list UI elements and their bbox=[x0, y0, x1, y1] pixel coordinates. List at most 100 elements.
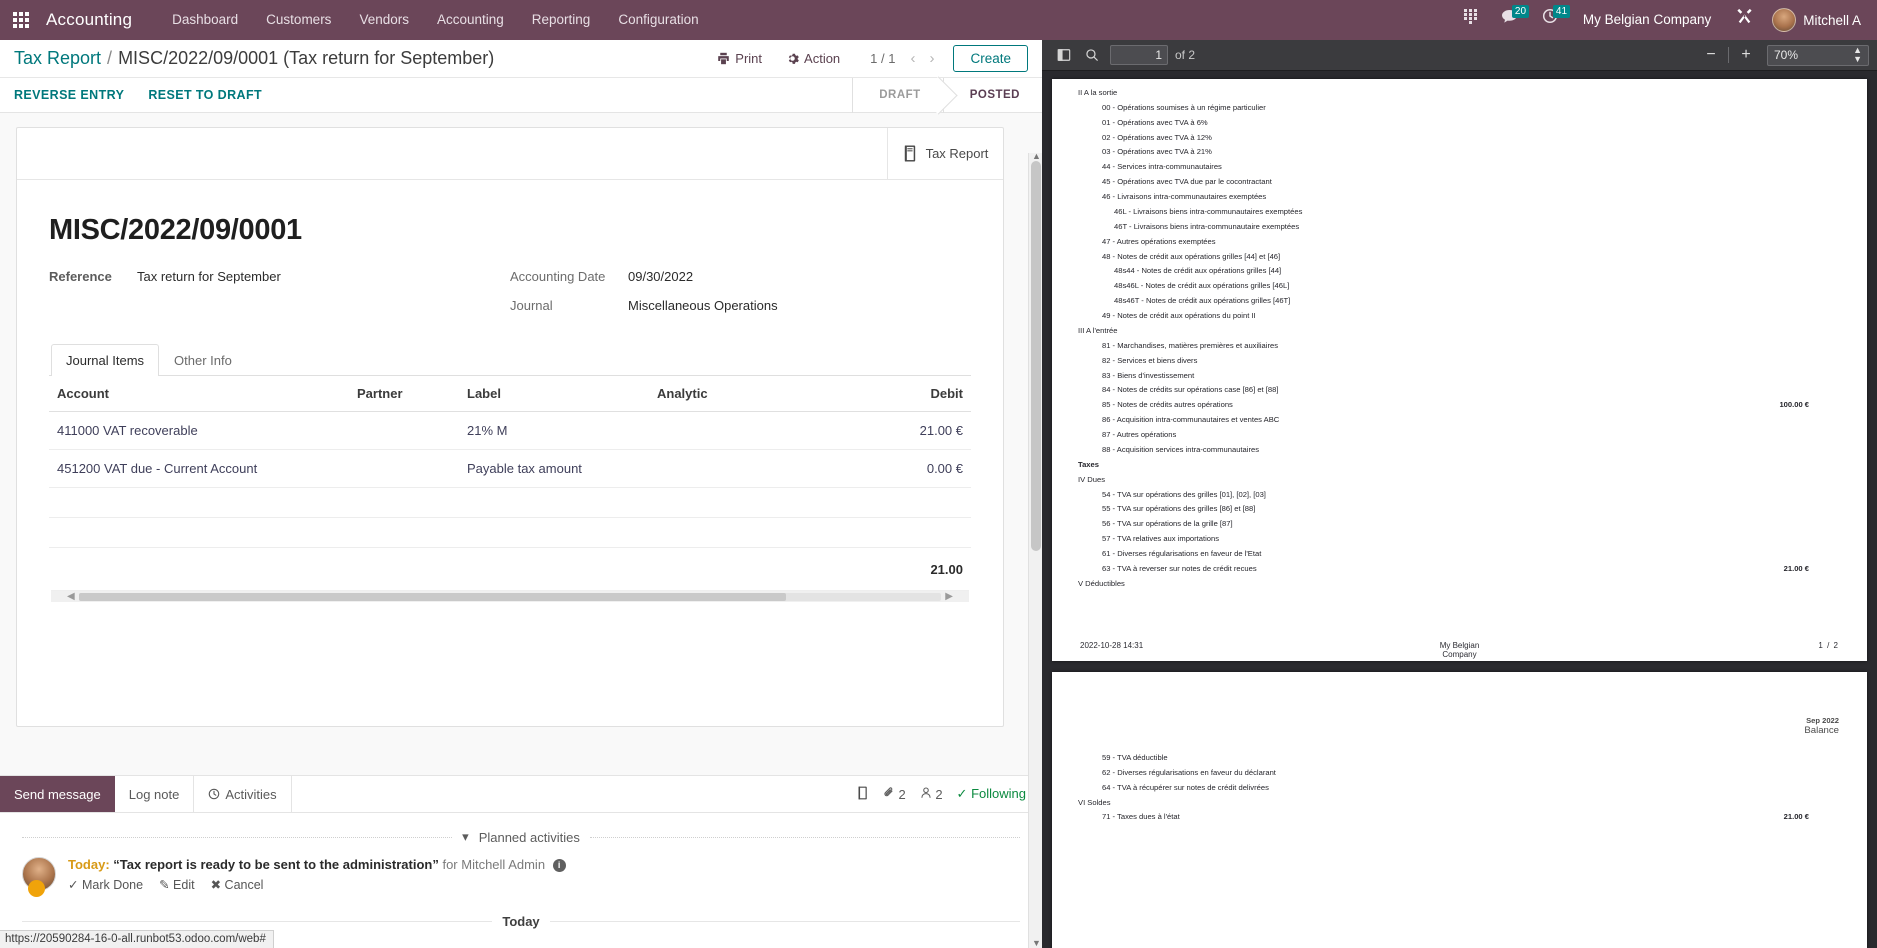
col-header-partner[interactable]: Partner bbox=[349, 376, 459, 412]
scrollbar-thumb[interactable] bbox=[79, 593, 786, 601]
journal-items-table: Account Partner Label Analytic Debit bbox=[49, 376, 971, 588]
chevron-left-icon[interactable]: ‹ bbox=[905, 50, 920, 67]
pdf-page-total: of 2 bbox=[1175, 48, 1195, 62]
pdf-line: 61 - Diverses régularisations en faveur … bbox=[1052, 546, 1867, 561]
mark-done-button[interactable]: ✓ Mark Done bbox=[68, 877, 143, 892]
col-header-debit[interactable]: Debit bbox=[839, 376, 971, 412]
table-row[interactable]: 451200 VAT due - Current Account Payable… bbox=[49, 450, 971, 488]
tab-other-info[interactable]: Other Info bbox=[159, 344, 247, 376]
tax-report-stat-button[interactable]: Tax Report bbox=[887, 128, 1003, 179]
schedule-activity-button[interactable]: Activities bbox=[193, 776, 291, 812]
zoom-in-button[interactable]: + bbox=[1733, 43, 1759, 67]
today-line-right bbox=[550, 921, 1020, 922]
cell-partner[interactable] bbox=[349, 412, 459, 450]
app-brand-name[interactable]: Accounting bbox=[42, 10, 158, 30]
pdf-page-input[interactable] bbox=[1110, 45, 1168, 65]
note-icon[interactable] bbox=[857, 786, 869, 803]
scroll-up-arrow-icon[interactable]: ▲ bbox=[1032, 151, 1041, 161]
app-root: Accounting Dashboard Customers Vendors A… bbox=[0, 0, 1877, 948]
pdf-line: 48s44 - Notes de crédit aux opérations g… bbox=[1052, 264, 1867, 279]
tax-report-stat-label: Tax Report bbox=[926, 146, 989, 161]
field-column-right: Accounting Date 09/30/2022 Journal Misce… bbox=[510, 269, 971, 327]
follow-toggle[interactable]: ✓ Following bbox=[957, 786, 1026, 802]
field-reference-value[interactable]: Tax return for September bbox=[137, 269, 281, 284]
pdf-scroll-area[interactable]: II A la sortie 00 - Opérations soumises … bbox=[1042, 71, 1877, 948]
pdf-line-text: 84 - Notes de crédits sur opérations cas… bbox=[1102, 385, 1278, 394]
info-icon[interactable]: i bbox=[553, 859, 566, 872]
user-menu[interactable]: Mitchell A bbox=[1766, 8, 1867, 32]
dialpad-icon[interactable] bbox=[1453, 0, 1488, 40]
company-switcher[interactable]: My Belgian Company bbox=[1571, 0, 1723, 40]
cell-analytic[interactable] bbox=[649, 412, 839, 450]
pdf-line: 55 - TVA sur opérations des grilles [86]… bbox=[1052, 502, 1867, 517]
reset-to-draft-button[interactable]: RESET TO DRAFT bbox=[148, 88, 276, 102]
menu-item-accounting[interactable]: Accounting bbox=[423, 0, 518, 40]
scroll-down-arrow-icon[interactable]: ▼ bbox=[1032, 938, 1041, 948]
scrollbar-track[interactable] bbox=[79, 593, 942, 601]
cell-debit[interactable]: 0.00 € bbox=[839, 450, 971, 488]
pdf-line-text: 46L - Livraisons biens intra-communautai… bbox=[1114, 207, 1302, 216]
col-header-label[interactable]: Label bbox=[459, 376, 649, 412]
cancel-activity-button[interactable]: ✖ Cancel bbox=[211, 877, 264, 892]
log-note-button[interactable]: Log note bbox=[115, 776, 194, 812]
followers-counter[interactable]: 2 bbox=[920, 786, 943, 802]
planned-activities-label[interactable]: Planned activities bbox=[479, 830, 580, 845]
chevron-right-icon[interactable]: › bbox=[924, 50, 939, 67]
state-draft[interactable]: DRAFT bbox=[852, 78, 942, 113]
field-accounting-date-value[interactable]: 09/30/2022 bbox=[628, 269, 693, 284]
reverse-entry-button[interactable]: REVERSE ENTRY bbox=[14, 88, 138, 102]
pdf-line-text: 85 - Notes de crédits autres opérations bbox=[1102, 400, 1233, 409]
col-header-account[interactable]: Account bbox=[49, 376, 349, 412]
send-message-button[interactable]: Send message bbox=[0, 776, 115, 812]
edit-label: Edit bbox=[173, 878, 195, 892]
cell-label[interactable]: 21% M bbox=[459, 412, 649, 450]
col-header-analytic[interactable]: Analytic bbox=[649, 376, 839, 412]
create-button[interactable]: Create bbox=[953, 45, 1028, 72]
pdf-page-1: II A la sortie 00 - Opérations soumises … bbox=[1052, 79, 1867, 661]
cell-account[interactable]: 411000 VAT recoverable bbox=[49, 412, 349, 450]
attachments-counter[interactable]: 2 bbox=[883, 786, 906, 802]
sidebar-toggle-icon[interactable] bbox=[1050, 43, 1078, 67]
cell-account[interactable]: 451200 VAT due - Current Account bbox=[49, 450, 349, 488]
pdf-line-text: 03 - Opérations avec TVA à 21% bbox=[1102, 147, 1212, 156]
page-scrollbar-thumb[interactable] bbox=[1031, 161, 1041, 551]
today-line-left bbox=[22, 921, 492, 922]
activities-clock-icon[interactable]: 41 bbox=[1531, 0, 1569, 40]
menu-item-customers[interactable]: Customers bbox=[252, 0, 345, 40]
pdf-line: 64 - TVA à récupérer sur notes de crédit… bbox=[1052, 780, 1867, 795]
menu-item-reporting[interactable]: Reporting bbox=[518, 0, 605, 40]
pdf-line-text: Taxes bbox=[1078, 460, 1099, 469]
action-button[interactable]: Action bbox=[774, 51, 852, 66]
zoom-out-button[interactable]: − bbox=[1698, 43, 1724, 67]
page-vertical-scrollbar[interactable]: ▲ ▼ bbox=[1028, 153, 1042, 948]
menu-item-dashboard[interactable]: Dashboard bbox=[158, 0, 252, 40]
scroll-right-arrow-icon[interactable]: ▶ bbox=[941, 591, 957, 602]
pdf-page-1-content: II A la sortie 00 - Opérations soumises … bbox=[1052, 79, 1867, 591]
breadcrumb-root-link[interactable]: Tax Report bbox=[14, 48, 101, 69]
stat-button-box: Tax Report bbox=[17, 128, 1003, 180]
messages-icon[interactable]: 20 bbox=[1490, 0, 1529, 40]
cell-debit[interactable]: 21.00 € bbox=[839, 412, 971, 450]
table-row[interactable]: 411000 VAT recoverable 21% M 21.00 € bbox=[49, 412, 971, 450]
cell-label[interactable]: Payable tax amount bbox=[459, 450, 649, 488]
cell-partner[interactable] bbox=[349, 450, 459, 488]
clock-icon bbox=[208, 788, 220, 800]
print-button[interactable]: Print bbox=[705, 51, 774, 66]
pdf-line: V Déductibles bbox=[1052, 576, 1867, 591]
table-empty-row bbox=[49, 488, 971, 518]
pdf-line: 48s46L - Notes de crédit aux opérations … bbox=[1052, 278, 1867, 293]
menu-item-vendors[interactable]: Vendors bbox=[345, 0, 423, 40]
caret-down-icon[interactable]: ▾ bbox=[462, 829, 469, 845]
table-horizontal-scrollbar[interactable]: ◀ ▶ bbox=[51, 590, 969, 602]
wrench-tools-icon[interactable] bbox=[1725, 0, 1764, 40]
field-journal-value[interactable]: Miscellaneous Operations bbox=[628, 298, 778, 313]
tab-journal-items[interactable]: Journal Items bbox=[51, 344, 159, 376]
menu-item-configuration[interactable]: Configuration bbox=[604, 0, 712, 40]
scroll-left-arrow-icon[interactable]: ◀ bbox=[63, 591, 79, 602]
apps-menu-toggle[interactable] bbox=[0, 0, 42, 40]
zoom-level-select[interactable]: 70% ▲▼ bbox=[1767, 45, 1869, 66]
edit-activity-button[interactable]: ✎ Edit bbox=[159, 877, 195, 892]
search-icon[interactable] bbox=[1078, 43, 1106, 67]
pdf-line: II A la sortie bbox=[1052, 85, 1867, 100]
cell-analytic[interactable] bbox=[649, 450, 839, 488]
